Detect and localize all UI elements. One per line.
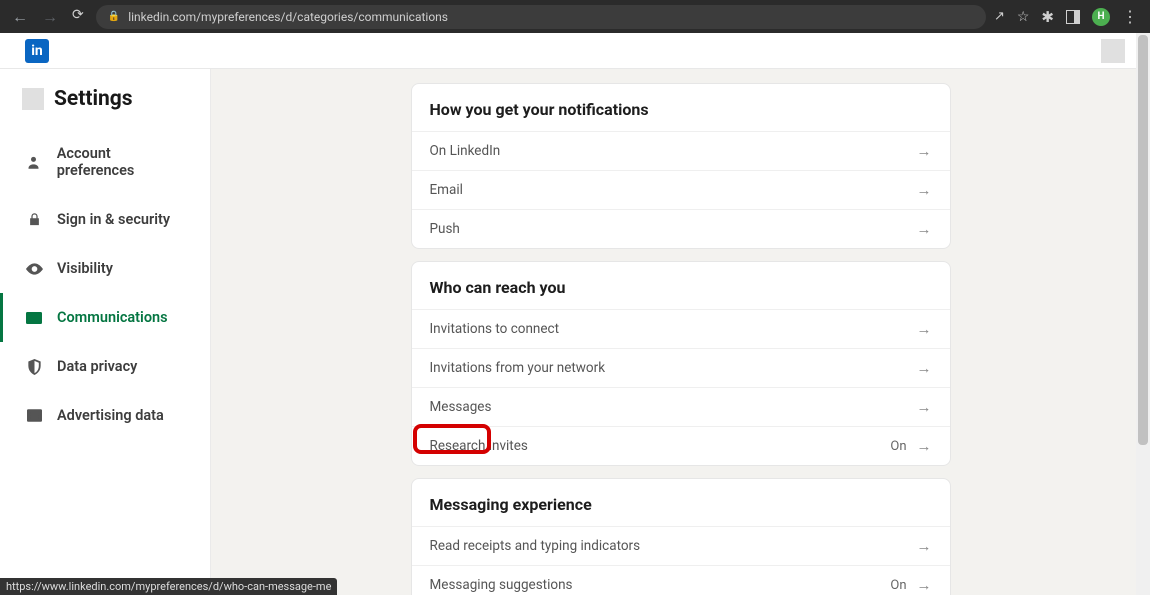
row-label: Invitations to connect bbox=[430, 321, 560, 337]
card-who-can-reach-you: Who can reach you Invitations to connect… bbox=[411, 261, 951, 466]
mail-icon bbox=[25, 312, 43, 324]
extensions-icon[interactable]: ✱ bbox=[1041, 8, 1054, 26]
lock-icon: 🔒 bbox=[108, 11, 120, 22]
sidebar-nav: Account preferences Sign in & security V… bbox=[0, 129, 210, 440]
card-messaging-experience: Messaging experience Read receipts and t… bbox=[411, 478, 951, 595]
sidebar-item-data-privacy[interactable]: Data privacy bbox=[0, 342, 210, 391]
card-title: How you get your notifications bbox=[412, 84, 950, 131]
share-icon[interactable]: ↗ bbox=[994, 9, 1005, 24]
sidebar-item-label: Communications bbox=[57, 309, 168, 326]
back-button[interactable]: ← bbox=[8, 5, 32, 29]
sidebar-item-account-preferences[interactable]: Account preferences bbox=[0, 129, 210, 195]
browser-toolbar: ← → ⟳ 🔒 linkedin.com/mypreferences/d/cat… bbox=[0, 0, 1150, 33]
row-on-linkedin[interactable]: On LinkedIn → bbox=[412, 131, 950, 170]
panel-icon[interactable] bbox=[1066, 10, 1080, 24]
row-label: Messaging suggestions bbox=[430, 577, 573, 593]
chevron-right-icon: → bbox=[917, 437, 932, 455]
chevron-right-icon: → bbox=[917, 181, 932, 199]
card-title: Messaging experience bbox=[412, 479, 950, 526]
chevron-right-icon: → bbox=[917, 537, 932, 555]
forward-button[interactable]: → bbox=[38, 5, 62, 29]
browser-status-link: https://www.linkedin.com/mypreferences/d… bbox=[0, 578, 337, 595]
chevron-right-icon: → bbox=[917, 220, 932, 238]
row-label: Email bbox=[430, 182, 463, 198]
row-status: On bbox=[890, 578, 906, 593]
row-messages[interactable]: Messages → bbox=[412, 387, 950, 426]
page-viewport: in Settings Account preferences bbox=[0, 33, 1150, 595]
sidebar-item-sign-in-security[interactable]: Sign in & security bbox=[0, 195, 210, 244]
sidebar-item-label: Account preferences bbox=[57, 145, 190, 179]
app-body: Settings Account preferences Sign in & s… bbox=[0, 69, 1150, 595]
sidebar-item-label: Data privacy bbox=[57, 358, 137, 375]
settings-title-row: Settings bbox=[0, 69, 210, 129]
kebab-menu-icon[interactable]: ⋮ bbox=[1122, 7, 1138, 26]
sidebar-item-label: Visibility bbox=[57, 260, 113, 277]
lock-icon bbox=[25, 212, 43, 227]
profile-avatar[interactable]: H bbox=[1092, 8, 1110, 26]
header-me-placeholder[interactable] bbox=[1101, 39, 1125, 63]
row-messaging-suggestions[interactable]: Messaging suggestions On → bbox=[412, 565, 950, 595]
person-icon bbox=[25, 155, 43, 170]
row-read-receipts[interactable]: Read receipts and typing indicators → bbox=[412, 526, 950, 565]
chevron-right-icon: → bbox=[917, 576, 932, 594]
row-label: Research invites bbox=[430, 438, 528, 454]
reload-button[interactable]: ⟳ bbox=[68, 5, 88, 29]
settings-title-icon bbox=[22, 88, 44, 110]
scrollbar-track[interactable] bbox=[1136, 33, 1150, 595]
chevron-right-icon: → bbox=[917, 398, 932, 416]
linkedin-logo[interactable]: in bbox=[25, 39, 49, 63]
nav-arrows: ← → ⟳ bbox=[8, 5, 88, 29]
row-label: Read receipts and typing indicators bbox=[430, 538, 641, 554]
sidebar-item-label: Sign in & security bbox=[57, 211, 170, 228]
row-research-invites[interactable]: Research invites On → bbox=[412, 426, 950, 465]
row-status: On bbox=[890, 439, 906, 454]
sidebar-item-label: Advertising data bbox=[57, 407, 164, 424]
row-label: Invitations from your network bbox=[430, 360, 606, 376]
row-invitations-connect[interactable]: Invitations to connect → bbox=[412, 309, 950, 348]
chevron-right-icon: → bbox=[917, 320, 932, 338]
page-title: Settings bbox=[54, 87, 133, 111]
settings-sidebar: Settings Account preferences Sign in & s… bbox=[0, 69, 211, 595]
row-label: Push bbox=[430, 221, 460, 237]
linkedin-header: in bbox=[0, 33, 1150, 69]
card-notifications: How you get your notifications On Linked… bbox=[411, 83, 951, 249]
row-push[interactable]: Push → bbox=[412, 209, 950, 248]
eye-icon bbox=[25, 263, 43, 275]
url-bar[interactable]: 🔒 linkedin.com/mypreferences/d/categorie… bbox=[96, 5, 986, 29]
bookmark-icon[interactable]: ☆ bbox=[1017, 9, 1030, 25]
row-email[interactable]: Email → bbox=[412, 170, 950, 209]
browser-right-icons: ↗ ☆ ✱ H ⋮ bbox=[994, 7, 1138, 26]
row-label: Messages bbox=[430, 399, 492, 415]
sidebar-item-communications[interactable]: Communications bbox=[0, 293, 210, 342]
shield-icon bbox=[25, 359, 43, 375]
sidebar-item-advertising-data[interactable]: Advertising data bbox=[0, 391, 210, 440]
news-icon bbox=[25, 409, 43, 422]
chevron-right-icon: → bbox=[917, 359, 932, 377]
scrollbar-thumb[interactable] bbox=[1138, 35, 1148, 445]
row-invitations-network[interactable]: Invitations from your network → bbox=[412, 348, 950, 387]
main-content: How you get your notifications On Linked… bbox=[211, 69, 1150, 595]
url-text: linkedin.com/mypreferences/d/categories/… bbox=[128, 10, 448, 24]
sidebar-item-visibility[interactable]: Visibility bbox=[0, 244, 210, 293]
card-title: Who can reach you bbox=[412, 262, 950, 309]
row-label: On LinkedIn bbox=[430, 143, 501, 159]
chevron-right-icon: → bbox=[917, 142, 932, 160]
